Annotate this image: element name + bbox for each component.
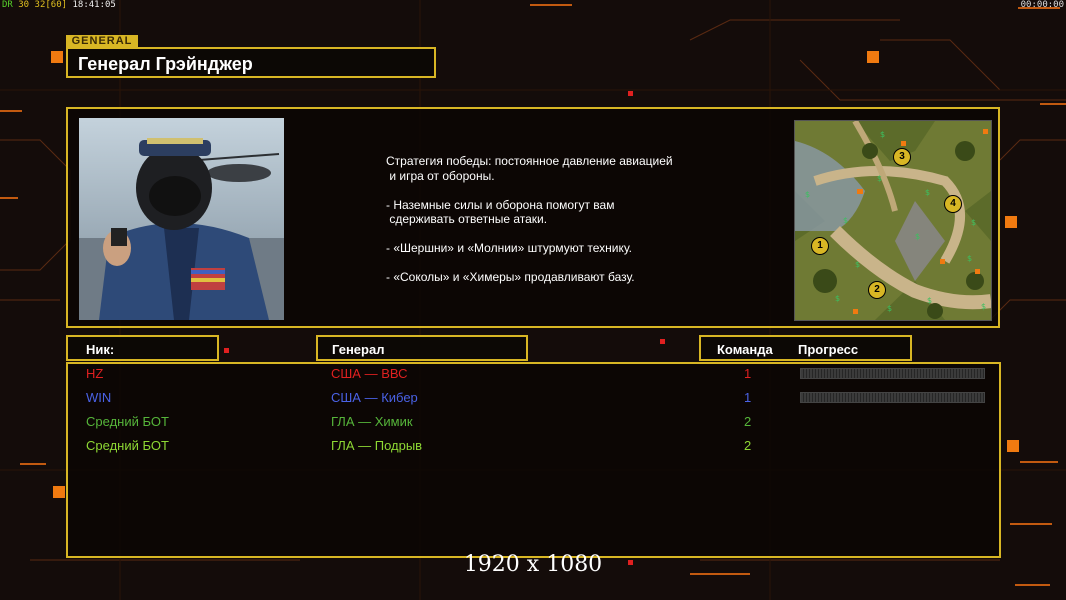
deco-square [660, 339, 665, 344]
start-position-2[interactable]: 2 [868, 281, 886, 299]
general-portrait [79, 118, 284, 320]
game-timer: 00:00:00 [1020, 0, 1064, 10]
player-general: США — ВВС [331, 366, 408, 381]
description-line: Стратегия победы: постоянное давление ав… [386, 154, 673, 183]
player-nick: Средний БОТ [86, 414, 169, 429]
map-preview[interactable]: $ $ $ $ $ $ $ $ $ $ $ $ $ 1 2 3 4 [794, 120, 992, 321]
general-title-box: Генерал Грэйнджер [66, 47, 436, 78]
header-general: Генерал [316, 335, 528, 361]
general-tag: GENERAL [66, 35, 138, 47]
player-general: ГЛА — Подрыв [331, 438, 423, 453]
header-progress: Прогресс [798, 342, 859, 357]
svg-text:$: $ [887, 304, 892, 313]
resolution-label: 1920 x 1080 [463, 552, 603, 577]
player-nick: HZ [86, 366, 104, 381]
player-general: ГЛА — Химик [331, 414, 413, 429]
start-position-1[interactable]: 1 [811, 237, 829, 255]
player-team: 2 [744, 414, 752, 429]
start-position-3[interactable]: 3 [893, 148, 911, 166]
header-team-progress: Команда Прогресс [699, 335, 912, 361]
description-line: - Наземные силы и оборона помогут вам сд… [386, 197, 615, 227]
deco-square [51, 51, 63, 63]
deco-square [1005, 216, 1017, 228]
svg-text:$: $ [843, 216, 848, 225]
player-nick: WIN [86, 390, 112, 405]
svg-text:$: $ [915, 232, 920, 241]
header-team: Команда [717, 342, 773, 357]
general-name: Генерал Грэйнджер [78, 54, 253, 74]
strategy-description: Стратегия победы: постоянное давление ав… [386, 154, 746, 299]
svg-text:$: $ [925, 188, 930, 197]
header-nick: Ник: [66, 335, 219, 361]
svg-text:$: $ [835, 294, 840, 303]
svg-text:$: $ [971, 218, 976, 227]
description-line: - «Соколы» и «Химеры» продавливают базу. [386, 270, 635, 284]
player-general: США — Кибер [331, 390, 418, 405]
svg-text:$: $ [855, 260, 860, 269]
fps-clock-readout: DR 30 32[60] 18:41:05 [2, 0, 116, 10]
svg-text:$: $ [877, 174, 882, 183]
description-line: - «Шершни» и «Молнии» штурмуют технику. [386, 241, 632, 255]
deco-square [1007, 440, 1019, 452]
svg-text:$: $ [981, 302, 986, 311]
svg-text:$: $ [967, 254, 972, 263]
svg-text:$: $ [927, 296, 932, 305]
player-progress-bar [800, 368, 985, 379]
player-team: 1 [744, 366, 752, 381]
deco-square [628, 91, 633, 96]
svg-text:$: $ [880, 130, 885, 139]
player-team: 1 [744, 390, 752, 405]
deco-square [867, 51, 879, 63]
svg-text:$: $ [805, 190, 810, 199]
start-position-4[interactable]: 4 [944, 195, 962, 213]
player-progress-bar [800, 392, 985, 403]
deco-square [53, 486, 65, 498]
player-nick: Средний БОТ [86, 438, 169, 453]
player-team: 2 [744, 438, 752, 453]
deco-square [224, 348, 229, 353]
